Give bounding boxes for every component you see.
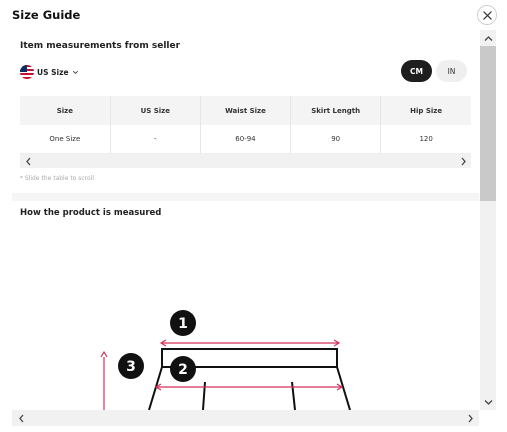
chevron-up-icon	[484, 35, 492, 41]
table-header-row: Size US Size Waist Size Skirt Length Hip…	[20, 96, 471, 125]
chevron-down-icon	[72, 70, 78, 74]
column-header: Size	[20, 96, 111, 125]
modal-title: Size Guide	[12, 8, 81, 22]
scroll-hint-text: * Slide the table to scroll	[20, 175, 95, 182]
measurement-section	[12, 201, 479, 410]
column-header: US Size	[110, 96, 201, 125]
table-cell: 90	[290, 125, 382, 154]
chevron-left-icon	[18, 414, 23, 422]
table-cell: -	[110, 125, 201, 154]
scroll-down-button[interactable]	[480, 394, 496, 410]
unit-toggle: CM IN	[401, 60, 467, 82]
close-button[interactable]	[477, 5, 497, 25]
measurement-heading: How the product is measured	[20, 208, 162, 218]
modal-header: Size Guide	[0, 0, 507, 30]
page-scroll-left-button[interactable]	[14, 410, 28, 426]
seller-measurements-heading: Item measurements from seller	[20, 41, 181, 51]
size-table-container[interactable]: Size US Size Waist Size Skirt Length Hip…	[20, 96, 471, 154]
unit-button-cm[interactable]: CM	[401, 60, 432, 82]
chevron-left-icon	[25, 157, 30, 165]
modal-horizontal-scrollbar[interactable]	[12, 410, 479, 426]
chevron-right-icon	[461, 157, 466, 165]
modal-vertical-scrollbar[interactable]	[480, 30, 496, 410]
chevron-right-icon	[468, 414, 473, 422]
column-header: Hip Size	[380, 96, 471, 125]
column-header: Skirt Length	[290, 96, 382, 125]
us-flag-icon	[20, 65, 34, 79]
page-scroll-right-button[interactable]	[463, 410, 477, 426]
table-row: One Size - 60-94 90 120	[20, 125, 471, 154]
table-scroll-right-button[interactable]	[457, 154, 469, 168]
table-cell: One Size	[20, 125, 111, 154]
column-header: Waist Size	[200, 96, 292, 125]
vertical-scroll-thumb[interactable]	[480, 46, 496, 201]
table-cell: 120	[380, 125, 471, 154]
table-scroll-left-button[interactable]	[22, 154, 34, 168]
chevron-down-icon	[484, 399, 492, 405]
table-cell: 60-94	[200, 125, 292, 154]
table-horizontal-scrollbar[interactable]	[20, 154, 471, 168]
modal-scroll-content[interactable]: Item measurements from seller US Size CM…	[12, 30, 479, 410]
region-size-label: US Size	[37, 67, 69, 77]
size-guide-modal: Size Guide Item measurements from seller…	[0, 0, 507, 432]
size-table: Size US Size Waist Size Skirt Length Hip…	[20, 96, 471, 154]
unit-button-in[interactable]: IN	[436, 60, 467, 82]
close-icon	[482, 10, 492, 20]
scroll-up-button[interactable]	[480, 30, 496, 46]
seller-measurements-section: Item measurements from seller US Size CM…	[12, 30, 479, 193]
region-size-dropdown[interactable]: US Size	[20, 64, 79, 80]
